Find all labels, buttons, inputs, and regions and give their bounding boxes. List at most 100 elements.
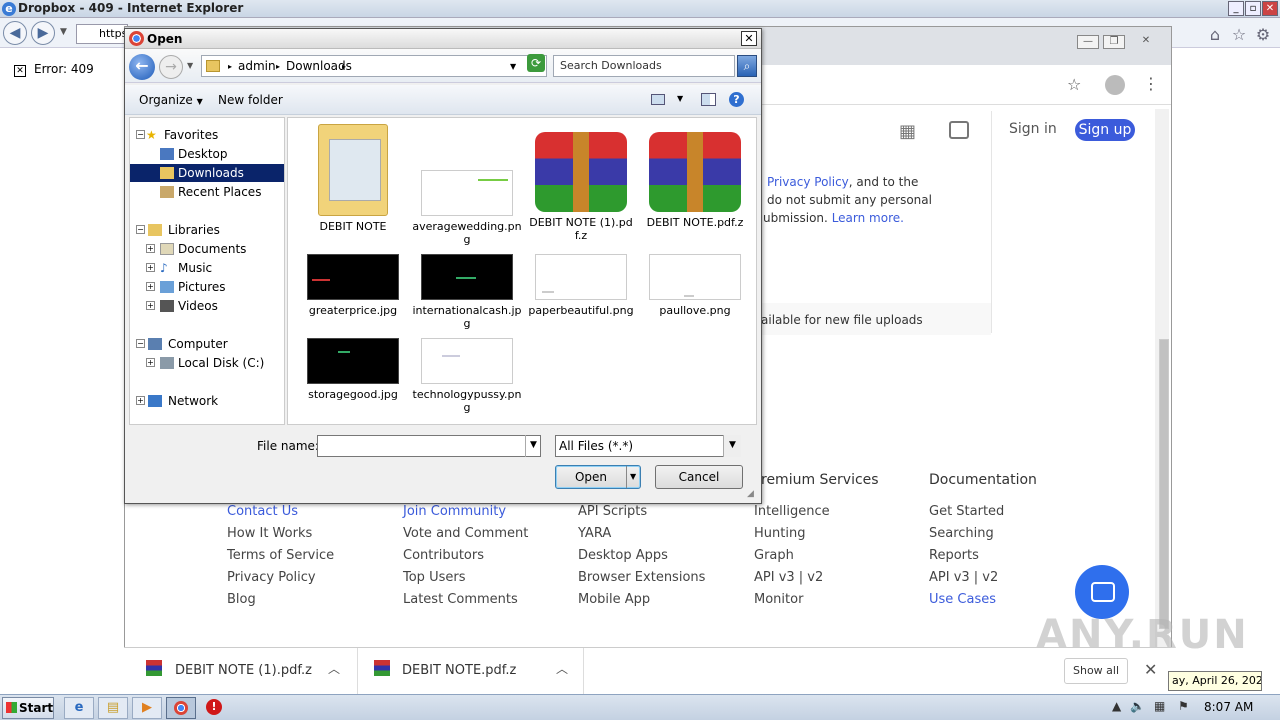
close-downloads-icon[interactable]: ✕ xyxy=(1144,660,1157,679)
footer-link[interactable]: API Scripts xyxy=(578,501,705,523)
footer-link[interactable]: Latest Comments xyxy=(403,589,528,611)
refresh-icon[interactable]: ⟳ xyxy=(527,54,545,72)
footer-link[interactable]: Privacy Policy xyxy=(227,567,334,589)
footer-link[interactable]: Intelligence xyxy=(754,501,830,523)
footer-link[interactable]: Top Users xyxy=(403,567,528,589)
network-icon[interactable]: ▦ xyxy=(1154,699,1165,713)
chat-support-button[interactable] xyxy=(1075,565,1129,619)
file-item[interactable]: greaterprice.jpg xyxy=(298,254,408,317)
tree-libraries[interactable]: − Libraries xyxy=(130,221,284,239)
footer-link[interactable]: Terms of Service xyxy=(227,545,334,567)
tree-computer[interactable]: − Computer xyxy=(130,335,284,353)
expand-icon[interactable]: + xyxy=(146,301,155,310)
forward-arrow-icon[interactable]: → xyxy=(159,55,183,79)
learn-more-link[interactable]: Learn more. xyxy=(832,211,904,225)
tree-local-disk[interactable]: + Local Disk (C:) xyxy=(130,354,284,372)
tree-pictures[interactable]: + Pictures xyxy=(130,278,284,296)
view-icon[interactable] xyxy=(651,94,665,105)
chevron-up-icon[interactable]: ︿ xyxy=(556,660,568,677)
ie-taskbar-icon[interactable]: e xyxy=(64,697,94,719)
footer-link[interactable]: Reports xyxy=(929,545,1004,567)
expand-icon[interactable]: + xyxy=(146,244,155,253)
home-icon[interactable]: ⌂ xyxy=(1206,26,1224,44)
file-type-select[interactable]: All Files (*.*) xyxy=(555,435,741,457)
start-button[interactable]: Start xyxy=(2,697,54,719)
file-name-dropdown-icon[interactable]: ▼ xyxy=(525,435,541,457)
dialog-close-button[interactable]: ✕ xyxy=(741,31,757,46)
file-item[interactable]: internationalcash.jpg xyxy=(412,254,522,330)
chrome-taskbar-icon[interactable] xyxy=(166,697,196,719)
tree-music[interactable]: + ♪ Music xyxy=(130,259,284,277)
footer-link[interactable]: Blog xyxy=(227,589,334,611)
open-button[interactable]: Open ▼ xyxy=(555,465,641,489)
explorer-taskbar-icon[interactable]: ▤ xyxy=(98,697,128,719)
search-input[interactable]: Search Downloads xyxy=(553,55,735,77)
scrollbar-thumb[interactable] xyxy=(1159,339,1169,629)
footer-link[interactable]: Desktop Apps xyxy=(578,545,705,567)
footer-link[interactable]: Join Community xyxy=(403,501,528,523)
path-dropdown-icon[interactable]: ▼ xyxy=(510,62,516,71)
file-type-dropdown-icon[interactable]: ▼ xyxy=(723,435,741,457)
expand-icon[interactable]: + xyxy=(146,263,155,272)
history-dropdown-icon[interactable]: ▼ xyxy=(60,27,67,37)
recent-locations-icon[interactable]: ▼ xyxy=(187,61,193,70)
minimize-button[interactable]: _ xyxy=(1228,1,1244,16)
tree-favorites[interactable]: − ★ Favorites xyxy=(130,126,284,144)
expand-icon[interactable]: + xyxy=(136,396,145,405)
tree-recent-places[interactable]: Recent Places xyxy=(130,183,284,201)
signin-link[interactable]: Sign in xyxy=(1009,121,1057,137)
back-icon[interactable]: ◀ xyxy=(3,21,27,45)
file-item[interactable]: DEBIT NOTE.pdf.z xyxy=(640,132,750,229)
chrome-menu-icon[interactable]: ⋮ xyxy=(1143,74,1159,93)
clock[interactable]: 8:07 AM xyxy=(1204,700,1253,714)
footer-link[interactable]: YARA xyxy=(578,523,705,545)
file-item[interactable]: averagewedding.png xyxy=(412,124,522,246)
file-name-input[interactable] xyxy=(317,435,541,457)
footer-link[interactable]: Monitor xyxy=(754,589,830,611)
chrome-close-button[interactable]: ✕ xyxy=(1135,35,1157,49)
chrome-minimize-button[interactable]: — xyxy=(1077,35,1099,49)
open-dropdown-icon[interactable]: ▼ xyxy=(630,466,636,488)
view-dropdown-icon[interactable]: ▼ xyxy=(677,94,683,103)
preview-pane-icon[interactable] xyxy=(701,93,716,106)
media-player-taskbar-icon[interactable]: ▶ xyxy=(132,697,162,719)
file-item[interactable]: DEBIT NOTE xyxy=(298,124,408,233)
help-icon[interactable]: ? xyxy=(729,92,744,107)
download-item[interactable]: DEBIT NOTE.pdf.z ︿ xyxy=(358,648,584,694)
footer-link[interactable]: Searching xyxy=(929,523,1004,545)
page-scrollbar[interactable] xyxy=(1155,109,1169,695)
path-breadcrumb[interactable]: ▸ admin ▸ Downloads ▸ ▼ xyxy=(201,55,547,77)
tree-desktop[interactable]: Desktop xyxy=(130,145,284,163)
back-arrow-icon[interactable]: ← xyxy=(129,54,155,80)
footer-link[interactable]: Vote and Comment xyxy=(403,523,528,545)
flag-icon[interactable]: ⚑ xyxy=(1178,699,1189,713)
footer-link[interactable]: Mobile App xyxy=(578,589,705,611)
footer-link[interactable]: Contact Us xyxy=(227,501,334,523)
maximize-button[interactable]: ▫ xyxy=(1245,1,1261,16)
tray-expand-icon[interactable]: ▲ xyxy=(1112,699,1121,713)
footer-link[interactable]: Use Cases xyxy=(929,589,1004,611)
collapse-icon[interactable]: − xyxy=(136,339,145,348)
collapse-icon[interactable]: − xyxy=(136,225,145,234)
collapse-icon[interactable]: − xyxy=(136,130,145,139)
tree-documents[interactable]: + Documents xyxy=(130,240,284,258)
close-button[interactable]: ✕ xyxy=(1262,1,1278,16)
tree-videos[interactable]: + Videos xyxy=(130,297,284,315)
forward-icon[interactable]: ▶ xyxy=(31,21,55,45)
footer-link[interactable]: Hunting xyxy=(754,523,830,545)
expand-icon[interactable]: + xyxy=(146,358,155,367)
chevron-right-icon[interactable]: ▸ xyxy=(228,62,232,71)
stop-app-icon[interactable]: ! xyxy=(206,699,222,715)
chevron-right-icon[interactable]: ▸ xyxy=(342,62,346,71)
volume-icon[interactable]: 🔈 xyxy=(1130,699,1145,713)
chevron-right-icon[interactable]: ▸ xyxy=(276,62,280,71)
chrome-restore-button[interactable]: ❐ xyxy=(1103,35,1125,49)
new-folder-button[interactable]: New folder xyxy=(218,93,283,107)
bookmark-star-icon[interactable]: ☆ xyxy=(1067,75,1081,94)
search-icon[interactable]: ⌕ xyxy=(737,55,757,77)
file-item[interactable]: technologypussy.png xyxy=(412,338,522,414)
expand-icon[interactable]: + xyxy=(146,282,155,291)
download-item[interactable]: DEBIT NOTE (1).pdf.z ︿ xyxy=(124,648,358,694)
cancel-button[interactable]: Cancel xyxy=(655,465,743,489)
profile-avatar-icon[interactable] xyxy=(1105,75,1125,95)
